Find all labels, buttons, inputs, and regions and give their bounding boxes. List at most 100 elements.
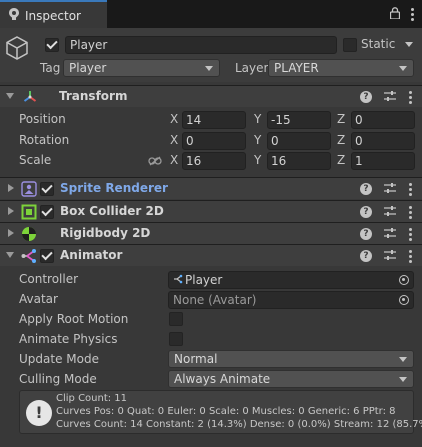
rigidbody-header[interactable]: Rigidbody 2D ? — [0, 222, 422, 244]
animator-header[interactable]: Animator ? — [0, 244, 422, 266]
animate-physics-label: Animate Physics — [19, 332, 118, 346]
apply-root-motion-label: Apply Root Motion — [19, 312, 129, 326]
transform-title: Transform — [59, 89, 128, 103]
chevron-down-icon — [399, 357, 407, 362]
position-label: Position — [19, 112, 66, 126]
preset-icon[interactable] — [384, 227, 396, 241]
layer-label: Layer — [235, 61, 269, 75]
controller-value: Player — [185, 273, 223, 287]
position-z-field[interactable]: 0 — [351, 111, 415, 129]
static-dropdown-arrow[interactable] — [405, 42, 413, 47]
more-icon[interactable] — [408, 227, 412, 241]
animator-icon — [21, 248, 37, 264]
preset-icon[interactable] — [384, 90, 396, 104]
more-icon[interactable] — [408, 90, 412, 104]
box-collider-header[interactable]: Box Collider 2D ? — [0, 200, 422, 222]
more-icon[interactable] — [408, 205, 412, 219]
foldout-icon[interactable] — [8, 229, 14, 237]
scale-z-field[interactable]: 1 — [351, 152, 415, 170]
tab-inspector[interactable]: Inspector — [0, 0, 107, 29]
controller-label: Controller — [19, 272, 79, 286]
rotation-z-field[interactable]: 0 — [351, 132, 415, 150]
help-icon[interactable]: ? — [360, 91, 372, 103]
foldout-icon[interactable] — [8, 184, 14, 192]
static-label: Static — [361, 37, 396, 51]
sprite-renderer-title: Sprite Renderer — [60, 181, 168, 195]
layer-dropdown[interactable]: PLAYER — [268, 59, 414, 77]
help-icon[interactable]: ? — [360, 228, 372, 240]
animate-physics-checkbox[interactable] — [169, 332, 183, 346]
chevron-down-icon — [399, 377, 407, 382]
static-checkbox[interactable] — [343, 38, 357, 52]
avatar-label: Avatar — [19, 292, 58, 306]
position-y-field[interactable]: -15 — [267, 111, 331, 129]
avatar-value: None (Avatar) — [173, 293, 257, 307]
avatar-field[interactable]: None (Avatar) — [168, 291, 414, 309]
object-header: Player Static Tag Player Layer PLAYER — [0, 28, 422, 82]
axis-x-label: X — [170, 153, 179, 167]
axis-y-label: Y — [254, 112, 262, 126]
rotation-x-field[interactable]: 0 — [182, 132, 246, 150]
axis-x-label: X — [170, 133, 179, 147]
object-name-field[interactable]: Player — [65, 36, 337, 54]
update-mode-value: Normal — [174, 352, 218, 366]
tag-dropdown[interactable]: Player — [63, 59, 220, 77]
constrain-proportions-icon[interactable] — [148, 155, 162, 169]
foldout-icon[interactable] — [8, 207, 14, 215]
rigidbody-title: Rigidbody 2D — [60, 226, 151, 240]
layer-value: PLAYER — [274, 61, 319, 75]
cube-icon — [6, 36, 28, 63]
box-collider-enabled-checkbox[interactable] — [40, 205, 54, 219]
foldout-icon[interactable] — [6, 252, 14, 258]
menu-icon[interactable] — [410, 8, 414, 21]
info-line-clip-count: Clip Count: 11 — [56, 393, 128, 404]
update-mode-label: Update Mode — [19, 352, 99, 366]
help-icon[interactable]: ? — [360, 250, 372, 262]
preset-icon[interactable] — [384, 249, 396, 263]
rotation-y-field[interactable]: 0 — [267, 132, 331, 150]
controller-field[interactable]: Player — [168, 271, 414, 289]
apply-root-motion-checkbox[interactable] — [169, 312, 183, 326]
lock-icon[interactable] — [389, 7, 401, 22]
axis-z-label: Z — [337, 133, 346, 147]
axis-z-label: Z — [337, 153, 346, 167]
transform-header[interactable]: Transform ? — [0, 85, 422, 107]
more-icon[interactable] — [408, 249, 412, 263]
info-line-curves-pos: Curves Pos: 0 Quat: 0 Euler: 0 Scale: 0 … — [56, 406, 396, 417]
preset-icon[interactable] — [384, 205, 396, 219]
foldout-icon[interactable] — [6, 93, 14, 99]
scale-y-field[interactable]: 16 — [267, 152, 331, 170]
animator-info-box: Clip Count: 11 Curves Pos: 0 Quat: 0 Eul… — [19, 390, 422, 434]
box-collider-icon — [21, 204, 37, 220]
object-picker-icon[interactable] — [399, 295, 409, 305]
info-icon — [26, 400, 52, 426]
object-picker-icon[interactable] — [399, 275, 409, 285]
inspector-icon — [9, 8, 19, 23]
update-mode-dropdown[interactable]: Normal — [168, 350, 414, 368]
culling-mode-label: Culling Mode — [19, 372, 97, 386]
sprite-renderer-enabled-checkbox[interactable] — [40, 182, 54, 196]
active-checkbox[interactable] — [45, 38, 59, 52]
axis-x-label: X — [170, 112, 179, 126]
axis-y-label: Y — [254, 153, 262, 167]
box-collider-title: Box Collider 2D — [60, 204, 164, 218]
tab-bar: Inspector — [0, 0, 422, 29]
help-icon[interactable]: ? — [360, 206, 372, 218]
transform-icon — [22, 89, 38, 105]
tag-label: Tag — [40, 61, 61, 75]
scale-x-field[interactable]: 16 — [182, 152, 246, 170]
more-icon[interactable] — [408, 182, 412, 196]
position-x-field[interactable]: 14 — [182, 111, 246, 129]
sprite-renderer-icon — [21, 181, 37, 197]
preset-icon[interactable] — [384, 182, 396, 196]
tab-title: Inspector — [25, 8, 81, 23]
animator-enabled-checkbox[interactable] — [40, 249, 54, 263]
chevron-down-icon — [399, 66, 407, 71]
chevron-down-icon — [205, 66, 213, 71]
sprite-renderer-header[interactable]: Sprite Renderer ? — [0, 177, 422, 199]
culling-mode-dropdown[interactable]: Always Animate — [168, 370, 414, 388]
rotation-label: Rotation — [19, 133, 70, 147]
culling-mode-value: Always Animate — [174, 372, 271, 386]
help-icon[interactable]: ? — [360, 183, 372, 195]
axis-z-label: Z — [337, 112, 346, 126]
